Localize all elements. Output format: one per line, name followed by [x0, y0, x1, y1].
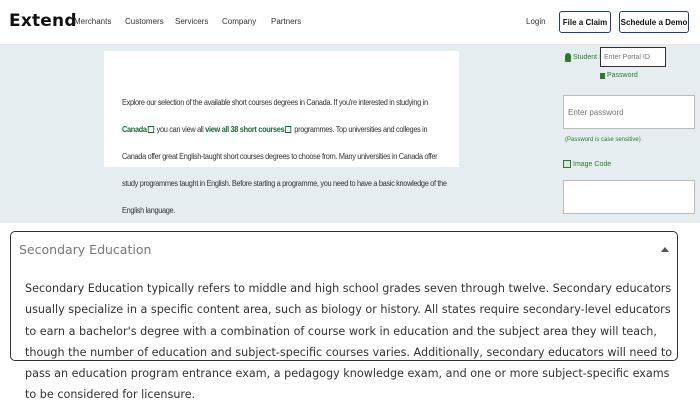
password-input[interactable] [563, 95, 695, 129]
password-text: Password [607, 72, 638, 79]
nav-partners[interactable]: Partners [271, 17, 301, 26]
external-link-icon [147, 126, 155, 134]
top-nav: Extend Merchants Customers Servicers Com… [0, 0, 700, 45]
hero-text-part: you can view all [154, 125, 206, 134]
nav-customers[interactable]: Customers [125, 17, 164, 26]
canada-link[interactable]: Canada [122, 125, 147, 134]
hero-card: Explore our selection of the available s… [104, 51, 459, 215]
schedule-demo-button[interactable]: Schedule a Demo [619, 11, 689, 33]
login-panel: Student ID Password (Password is case se… [560, 45, 700, 223]
hero-text: Explore our selection of the available s… [122, 89, 451, 224]
lock-icon [600, 72, 605, 79]
nav-merchants[interactable]: Merchants [74, 17, 111, 26]
external-link-icon [285, 126, 292, 134]
image-code-text: Image Code [573, 160, 612, 168]
logo[interactable]: Extend [9, 11, 77, 31]
chevron-up-icon[interactable] [661, 247, 669, 252]
nav-company[interactable]: Company [222, 17, 256, 26]
user-icon [565, 53, 571, 62]
hero-text-part: Explore our selection of the available s… [122, 98, 428, 107]
accordion-body: Secondary Education typically refers to … [25, 282, 673, 402]
view-courses-link[interactable]: view all 38 short courses [205, 125, 284, 134]
login-link[interactable]: Login [526, 17, 546, 26]
image-code-input[interactable] [563, 180, 695, 214]
case-sensitive-note: (Password is case sensitive) [565, 137, 641, 143]
accordion-title[interactable]: Secondary Education [19, 242, 151, 257]
password-label: Password [600, 72, 638, 79]
image-icon [563, 160, 571, 168]
hero-text-part: programmes. Top universities and college… [122, 125, 447, 215]
portal-id-input[interactable] [600, 47, 666, 67]
image-code-label: Image Code [563, 160, 611, 168]
nav-servicers[interactable]: Servicers [175, 17, 208, 26]
file-claim-button[interactable]: File a Claim [559, 11, 611, 33]
